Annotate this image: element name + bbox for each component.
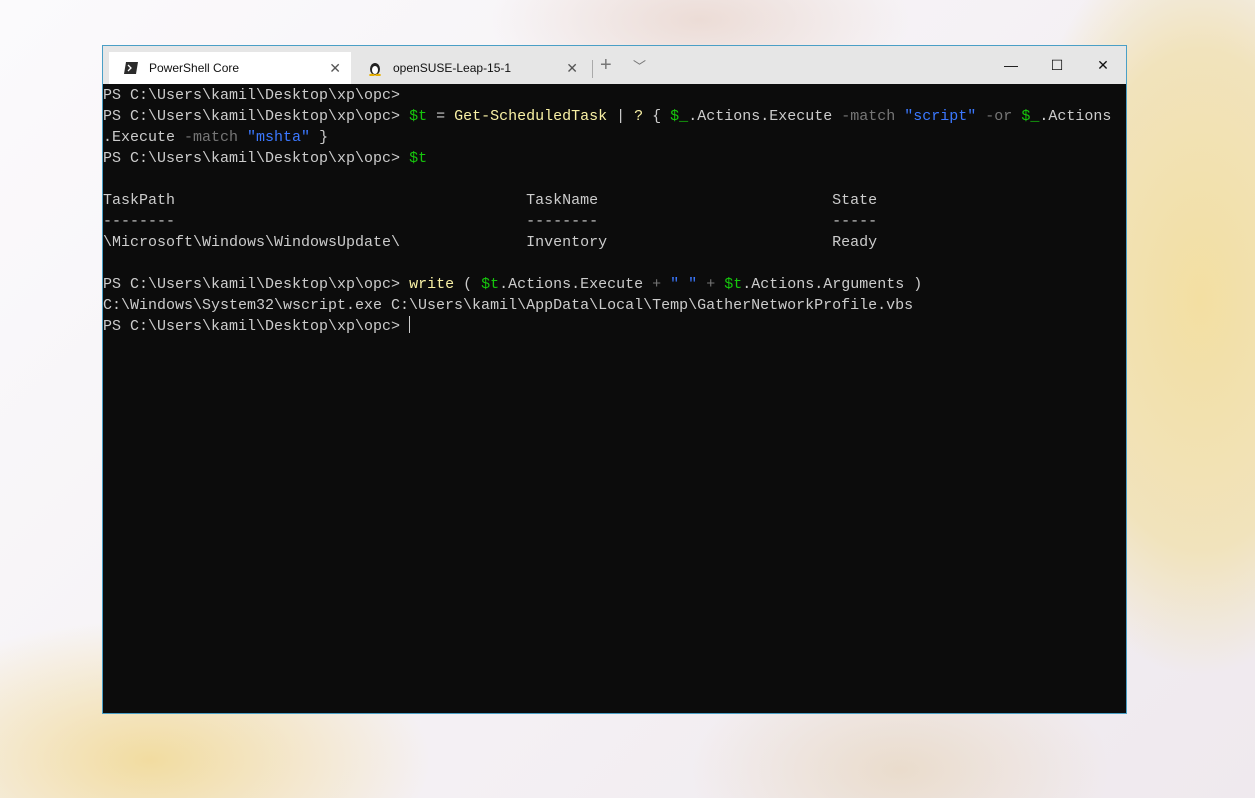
- terminal-line: PS C:\Users\kamil\Desktop\xp\opc> $t: [103, 148, 1126, 169]
- minimize-button[interactable]: —: [988, 46, 1034, 84]
- tab-bar: PowerShell Core ✕ openSUSE-Leap-15-1 ✕ +…: [103, 46, 1126, 84]
- dropdown-chevron-icon[interactable]: ﹀: [633, 56, 646, 75]
- terminal-line: PS C:\Users\kamil\Desktop\xp\opc>: [103, 316, 1126, 337]
- close-tab-icon[interactable]: ✕: [329, 60, 341, 77]
- tab-opensuse[interactable]: openSUSE-Leap-15-1 ✕: [353, 52, 588, 84]
- new-tab-button[interactable]: +: [600, 54, 612, 77]
- terminal-text: .Actions.Execute: [688, 108, 842, 125]
- terminal-text: =: [427, 108, 455, 125]
- maximize-button[interactable]: ☐: [1034, 46, 1080, 84]
- terminal-text: -match: [184, 129, 239, 146]
- terminal-text: (: [454, 276, 482, 293]
- terminal-text: $t: [409, 108, 428, 125]
- terminal-text: $_: [670, 108, 689, 125]
- terminal-line: PS C:\Users\kamil\Desktop\xp\opc> $t = G…: [103, 106, 1126, 127]
- terminal-line: TaskPath TaskName State: [103, 190, 1126, 211]
- terminal-text: $t: [481, 276, 500, 293]
- terminal-text: ?: [634, 108, 644, 125]
- terminal-text: -match: [841, 108, 896, 125]
- terminal-text: PS C:\Users\kamil\Desktop\xp\opc>: [103, 318, 410, 335]
- tab-powershell-core[interactable]: PowerShell Core ✕: [109, 52, 351, 84]
- terminal-text: TaskPath TaskName State: [103, 192, 878, 209]
- terminal-line: C:\Windows\System32\wscript.exe C:\Users…: [103, 295, 1126, 316]
- terminal-line: PS C:\Users\kamil\Desktop\xp\opc>: [103, 85, 1126, 106]
- terminal-text: PS C:\Users\kamil\Desktop\xp\opc>: [103, 108, 410, 125]
- terminal-text: PS C:\Users\kamil\Desktop\xp\opc>: [103, 276, 410, 293]
- terminal-text: .Execute: [103, 129, 185, 146]
- terminal-text: "mshta": [247, 129, 311, 146]
- terminal-text: |: [607, 108, 635, 125]
- terminal-text: " ": [670, 276, 698, 293]
- terminal-text: .Actions.Arguments ): [742, 276, 923, 293]
- powershell-icon: [123, 60, 139, 76]
- terminal-line: -------- -------- -----: [103, 211, 1126, 232]
- terminal-line: .Execute -match "mshta" }: [103, 127, 1126, 148]
- terminal-text: {: [643, 108, 671, 125]
- terminal-text: write: [409, 276, 455, 293]
- terminal-window: PowerShell Core ✕ openSUSE-Leap-15-1 ✕ +…: [102, 45, 1127, 714]
- terminal-line: PS C:\Users\kamil\Desktop\xp\opc> write …: [103, 274, 1126, 295]
- terminal-text: Get-ScheduledTask: [454, 108, 608, 125]
- terminal-text: PS C:\Users\kamil\Desktop\xp\opc>: [103, 150, 410, 167]
- close-window-button[interactable]: ✕: [1080, 46, 1126, 84]
- terminal-text: -------- -------- -----: [103, 213, 878, 230]
- terminal-text: .Actions.Execute: [499, 276, 653, 293]
- terminal-text: "script": [904, 108, 977, 125]
- terminal-text: +: [706, 276, 716, 293]
- divider: [592, 60, 593, 78]
- terminal-text: \Microsoft\Windows\WindowsUpdate\ Invent…: [103, 234, 878, 251]
- terminal-text: .Actions: [1039, 108, 1112, 125]
- terminal-line: \Microsoft\Windows\WindowsUpdate\ Invent…: [103, 232, 1126, 253]
- text-cursor: [409, 316, 411, 333]
- terminal-output[interactable]: PS C:\Users\kamil\Desktop\xp\opc> PS C:\U…: [103, 84, 1126, 713]
- terminal-text: PS C:\Users\kamil\Desktop\xp\opc>: [103, 87, 401, 104]
- terminal-text: $_: [1021, 108, 1040, 125]
- terminal-text: $t: [724, 276, 743, 293]
- terminal-text: $t: [409, 150, 428, 167]
- terminal-text: -or: [985, 108, 1013, 125]
- tab-label: PowerShell Core: [149, 61, 240, 75]
- terminal-text: C:\Windows\System32\wscript.exe C:\Users…: [103, 297, 914, 314]
- terminal-text: +: [652, 276, 662, 293]
- linux-penguin-icon: [367, 60, 383, 76]
- close-tab-icon[interactable]: ✕: [566, 60, 578, 77]
- terminal-text: }: [310, 129, 329, 146]
- tab-label: openSUSE-Leap-15-1: [393, 61, 512, 75]
